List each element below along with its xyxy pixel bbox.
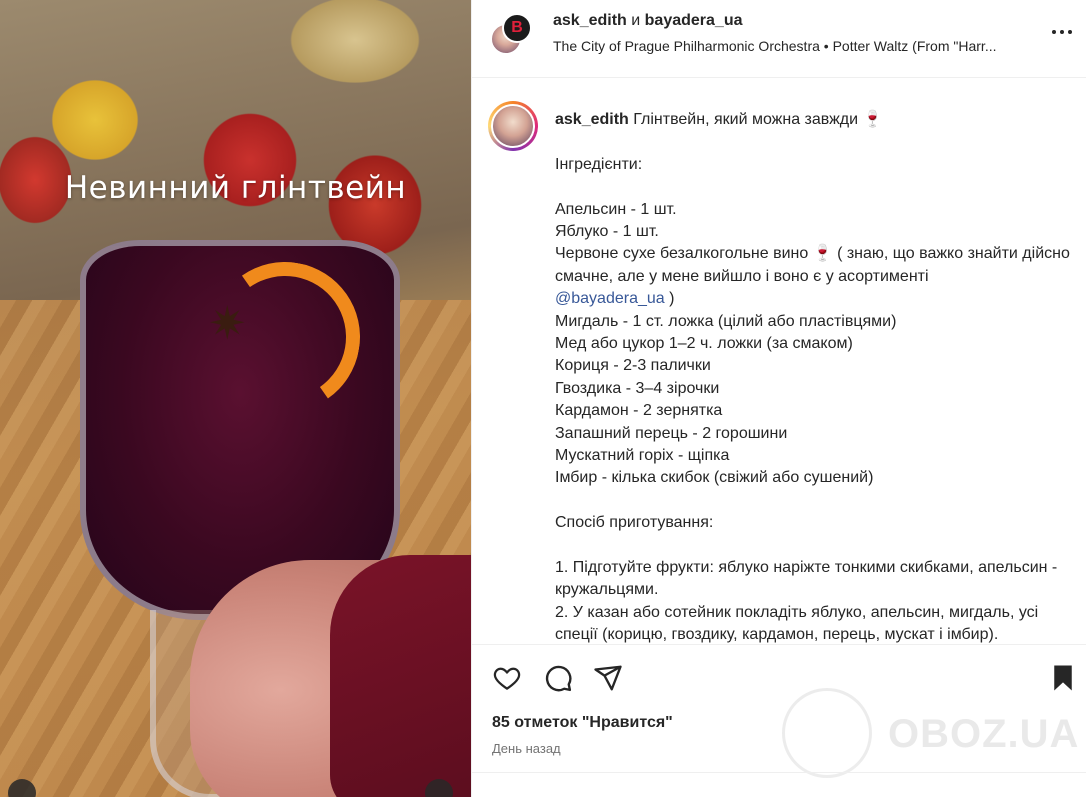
caption-text: ask_edith Глінтвейн, який можна завжди 🍷…	[555, 109, 1075, 644]
brand-avatar[interactable]: B	[502, 13, 532, 43]
more-horizontal-icon	[1052, 30, 1072, 34]
caption-username[interactable]: ask_edith	[555, 111, 629, 128]
post-header: B ask_edith и bayadera_ua The City of Pr…	[472, 0, 1086, 78]
likes-count[interactable]: 85 отметок "Нравится"	[492, 714, 673, 732]
username-link[interactable]: bayadera_ua	[645, 12, 743, 29]
collab-avatars[interactable]: B	[490, 13, 532, 55]
caption-line: Мигдаль - 1 ст. ложка (цілий або пластів…	[555, 312, 897, 330]
caption-line: Імбир - кілька скибок (свіжий або сушени…	[555, 469, 874, 487]
caption-line: Яблуко - 1 шт.	[555, 223, 659, 240]
mention-link[interactable]: @bayadera_ua	[555, 290, 665, 307]
conjunction: и	[631, 12, 641, 29]
comment-bar[interactable]	[472, 772, 1086, 797]
caption-line: 2. У казан або сотейник покладіть яблуко…	[555, 603, 1043, 644]
share-button[interactable]	[593, 663, 623, 693]
caption-line: Інгредієнти:	[555, 155, 643, 173]
globe-icon	[782, 688, 872, 778]
caption-line: Запашний перець - 2 горошини	[555, 424, 788, 442]
audio-track[interactable]: The City of Prague Philharmonic Orchestr…	[553, 38, 1043, 54]
share-icon	[594, 665, 622, 691]
caption-line: Червоне сухе безалкогольне вино 🍷 ( знаю…	[555, 245, 1075, 285]
heart-icon	[493, 667, 521, 690]
caption-line	[555, 490, 1075, 512]
caption-line: 1. Підготуйте фрукти: яблуко наріжте тон…	[555, 559, 1062, 599]
avatar[interactable]	[488, 101, 538, 151]
watermark: OBOZ.UA	[782, 686, 1082, 778]
caption-first-text: Глінтвейн, який можна завжди 🍷	[628, 111, 883, 128]
comment-button[interactable]	[543, 663, 573, 693]
caption-line: Спосіб приготування:	[555, 514, 714, 532]
media-overlay-text: Невинний глінтвейн	[64, 170, 407, 206]
caption-line: Кориця - 2-3 палички	[555, 357, 711, 375]
watermark-text: OBOZ.UA	[888, 712, 1080, 756]
post-media[interactable]: ✷ Невинний глінтвейн	[0, 0, 471, 797]
caption-line	[555, 535, 1075, 557]
more-options-button[interactable]	[1050, 20, 1074, 48]
comment-icon	[545, 665, 572, 692]
username-link[interactable]: ask_edith	[553, 12, 627, 29]
caption-line: Апельсин - 1 шт.	[555, 200, 677, 218]
caption-line: Мед або цукор 1–2 ч. ложки (за смаком)	[555, 335, 853, 353]
collab-names: ask_edith и bayadera_ua	[553, 12, 743, 30]
post-timestamp[interactable]: День назад	[492, 741, 561, 756]
like-button[interactable]	[492, 663, 522, 693]
caption-line: Кардамон - 2 зернятка	[555, 402, 723, 420]
post-panel: B ask_edith и bayadera_ua The City of Pr…	[471, 0, 1086, 797]
caption-text-after-mention: )	[664, 290, 675, 308]
caption-line	[555, 176, 1075, 198]
caption-line: Мускатний горіх - щіпка	[555, 447, 730, 465]
caption-section: ask_edith Глінтвейн, який можна завжди 🍷…	[472, 79, 1086, 644]
caption-line	[555, 131, 1075, 153]
star-anise: ✷	[208, 297, 247, 349]
sleeve	[330, 555, 471, 797]
caption-line: Гвоздика - 3–4 зірочки	[555, 379, 720, 397]
